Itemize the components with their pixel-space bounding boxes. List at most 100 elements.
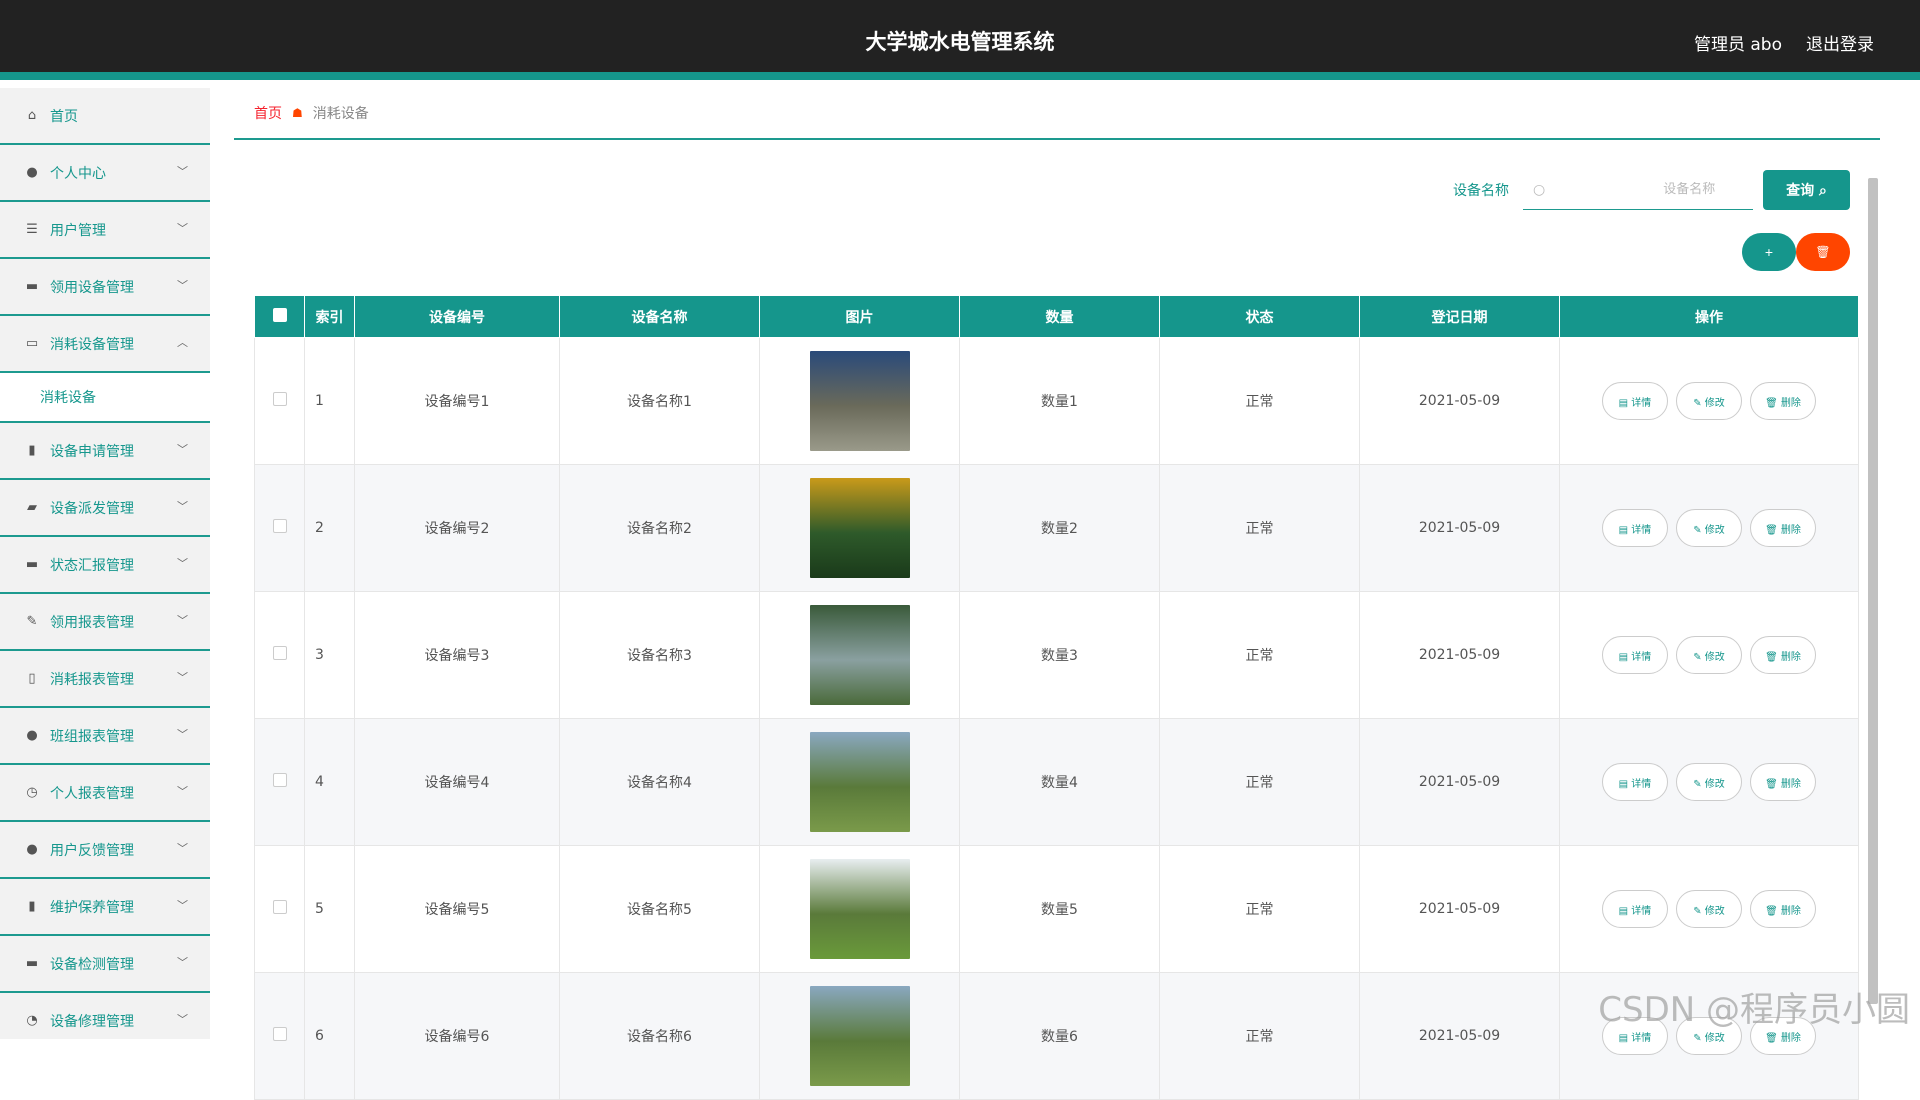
- qty-cell: 数量4: [960, 719, 1160, 846]
- sidebar-item-label: 设备检测管理: [50, 954, 134, 974]
- query-button[interactable]: 查询 ⌕: [1763, 170, 1850, 210]
- index-cell: 1: [305, 338, 355, 465]
- sidebar-item[interactable]: ●个人中心﹀: [0, 145, 210, 202]
- chevron-up-icon: ︿: [177, 334, 188, 350]
- sidebar-item-label: 用户反馈管理: [50, 840, 134, 860]
- wallet-icon: ▰: [24, 500, 40, 516]
- image-cell: [760, 465, 960, 592]
- sidebar-item-label: 首页: [50, 106, 78, 126]
- search-icon: ○: [1533, 182, 1545, 198]
- sidebar-item[interactable]: ▰设备派发管理﹀: [0, 480, 210, 537]
- sidebar-item[interactable]: ☰用户管理﹀: [0, 202, 210, 259]
- row-checkbox[interactable]: [273, 392, 287, 406]
- name-cell: 设备名称3: [560, 592, 760, 719]
- bulb-icon: ●: [24, 842, 40, 858]
- edit-button[interactable]: ✎ 修改: [1676, 763, 1742, 801]
- detail-button[interactable]: ▤ 详情: [1602, 509, 1668, 547]
- name-cell: 设备名称1: [560, 338, 760, 465]
- chevron-down-icon: ﹀: [177, 163, 188, 179]
- chevron-down-icon: ﹀: [177, 897, 188, 913]
- clock-icon: ◷: [24, 785, 40, 801]
- table-row: 3设备编号3设备名称3数量3正常2021-05-09▤ 详情✎ 修改🗑 删除: [255, 592, 1859, 719]
- search-input[interactable]: [1545, 182, 1735, 197]
- delete-button[interactable]: 🗑 删除: [1750, 890, 1816, 928]
- qty-cell: 数量2: [960, 465, 1160, 592]
- batch-delete-button[interactable]: 🗑: [1796, 233, 1850, 271]
- edit-button[interactable]: ✎ 修改: [1676, 382, 1742, 420]
- row-checkbox[interactable]: [273, 519, 287, 533]
- edit-button[interactable]: ✎ 修改: [1676, 636, 1742, 674]
- row-checkbox[interactable]: [273, 773, 287, 787]
- sidebar-item[interactable]: ✎领用报表管理﹀: [0, 594, 210, 651]
- add-button[interactable]: +: [1742, 233, 1796, 271]
- sidebar-item[interactable]: ⌂首页: [0, 88, 210, 145]
- sidebar-subitem[interactable]: 消耗设备: [0, 373, 210, 423]
- detail-button[interactable]: ▤ 详情: [1602, 890, 1668, 928]
- sidebar-item[interactable]: ▬领用设备管理﹀: [0, 259, 210, 316]
- sidebar-item[interactable]: ◔设备修理管理﹀: [0, 993, 210, 1039]
- delete-button[interactable]: 🗑 删除: [1750, 636, 1816, 674]
- sidebar-item[interactable]: ●班组报表管理﹀: [0, 708, 210, 765]
- sidebar-item[interactable]: ▬设备检测管理﹀: [0, 936, 210, 993]
- watermark: CSDN @程序员小圆: [1598, 982, 1910, 1031]
- actions-cell: ▤ 详情✎ 修改🗑 删除: [1560, 592, 1859, 719]
- detail-button[interactable]: ▤ 详情: [1602, 636, 1668, 674]
- actions-cell: ▤ 详情✎ 修改🗑 删除: [1560, 846, 1859, 973]
- sidebar-item[interactable]: ▮设备申请管理﹀: [0, 423, 210, 480]
- row-actions: ▤ 详情✎ 修改🗑 删除: [1560, 636, 1858, 674]
- row-select-cell: [255, 973, 305, 1100]
- edit-button[interactable]: ✎ 修改: [1676, 890, 1742, 928]
- delete-button[interactable]: 🗑 删除: [1750, 509, 1816, 547]
- row-actions: ▤ 详情✎ 修改🗑 删除: [1560, 509, 1858, 547]
- sidebar-item[interactable]: ▬状态汇报管理﹀: [0, 537, 210, 594]
- name-cell: 设备名称4: [560, 719, 760, 846]
- monitor-icon: ▬: [24, 956, 40, 972]
- image-cell: [760, 719, 960, 846]
- table-row: 4设备编号4设备名称4数量4正常2021-05-09▤ 详情✎ 修改🗑 删除: [255, 719, 1859, 846]
- sidebar-item-label: 设备修理管理: [50, 1011, 134, 1031]
- admin-user-label[interactable]: 管理员 abo: [1694, 30, 1782, 55]
- chevron-down-icon: ﹀: [177, 783, 188, 799]
- code-cell: 设备编号3: [355, 592, 560, 719]
- sidebar-item[interactable]: ◷个人报表管理﹀: [0, 765, 210, 822]
- image-cell: [760, 592, 960, 719]
- column-header: 操作: [1560, 296, 1859, 338]
- device-image[interactable]: [810, 478, 910, 578]
- header-accent-line: [0, 72, 1920, 80]
- search-box: ○: [1523, 170, 1753, 210]
- sidebar-item-label: 设备派发管理: [50, 498, 134, 518]
- qty-cell: 数量1: [960, 338, 1160, 465]
- monitor-icon: ▬: [24, 557, 40, 573]
- device-image[interactable]: [810, 859, 910, 959]
- device-image[interactable]: [810, 351, 910, 451]
- device-image[interactable]: [810, 605, 910, 705]
- column-header: 状态: [1160, 296, 1360, 338]
- sidebar-item-label: 个人中心: [50, 163, 106, 183]
- column-header: 登记日期: [1360, 296, 1560, 338]
- page-scrollbar[interactable]: [1868, 178, 1878, 1004]
- detail-button[interactable]: ▤ 详情: [1602, 763, 1668, 801]
- date-cell: 2021-05-09: [1360, 973, 1560, 1100]
- table-row: 1设备编号1设备名称1数量1正常2021-05-09▤ 详情✎ 修改🗑 删除: [255, 338, 1859, 465]
- sidebar-item[interactable]: ▮维护保养管理﹀: [0, 879, 210, 936]
- search-row: 设备名称 ○ 查询 ⌕: [1453, 170, 1850, 210]
- mic-icon: ▯: [24, 671, 40, 687]
- device-table: 索引设备编号设备名称图片数量状态登记日期操作 1设备编号1设备名称1数量1正常2…: [254, 295, 1859, 1100]
- logout-link[interactable]: 退出登录: [1806, 30, 1874, 55]
- date-cell: 2021-05-09: [1360, 719, 1560, 846]
- sidebar-item[interactable]: ▯消耗报表管理﹀: [0, 651, 210, 708]
- edit-button[interactable]: ✎ 修改: [1676, 509, 1742, 547]
- sidebar-item-label: 消耗报表管理: [50, 669, 134, 689]
- device-image[interactable]: [810, 986, 910, 1086]
- row-checkbox[interactable]: [273, 646, 287, 660]
- row-checkbox[interactable]: [273, 900, 287, 914]
- sidebar-item[interactable]: ▭消耗设备管理︿: [0, 316, 210, 373]
- breadcrumb-home[interactable]: 首页: [254, 103, 282, 123]
- select-all-checkbox[interactable]: [273, 308, 287, 322]
- message-icon: ▭: [24, 336, 40, 352]
- sidebar-item[interactable]: ●用户反馈管理﹀: [0, 822, 210, 879]
- delete-button[interactable]: 🗑 删除: [1750, 382, 1816, 420]
- device-image[interactable]: [810, 732, 910, 832]
- delete-button[interactable]: 🗑 删除: [1750, 763, 1816, 801]
- detail-button[interactable]: ▤ 详情: [1602, 382, 1668, 420]
